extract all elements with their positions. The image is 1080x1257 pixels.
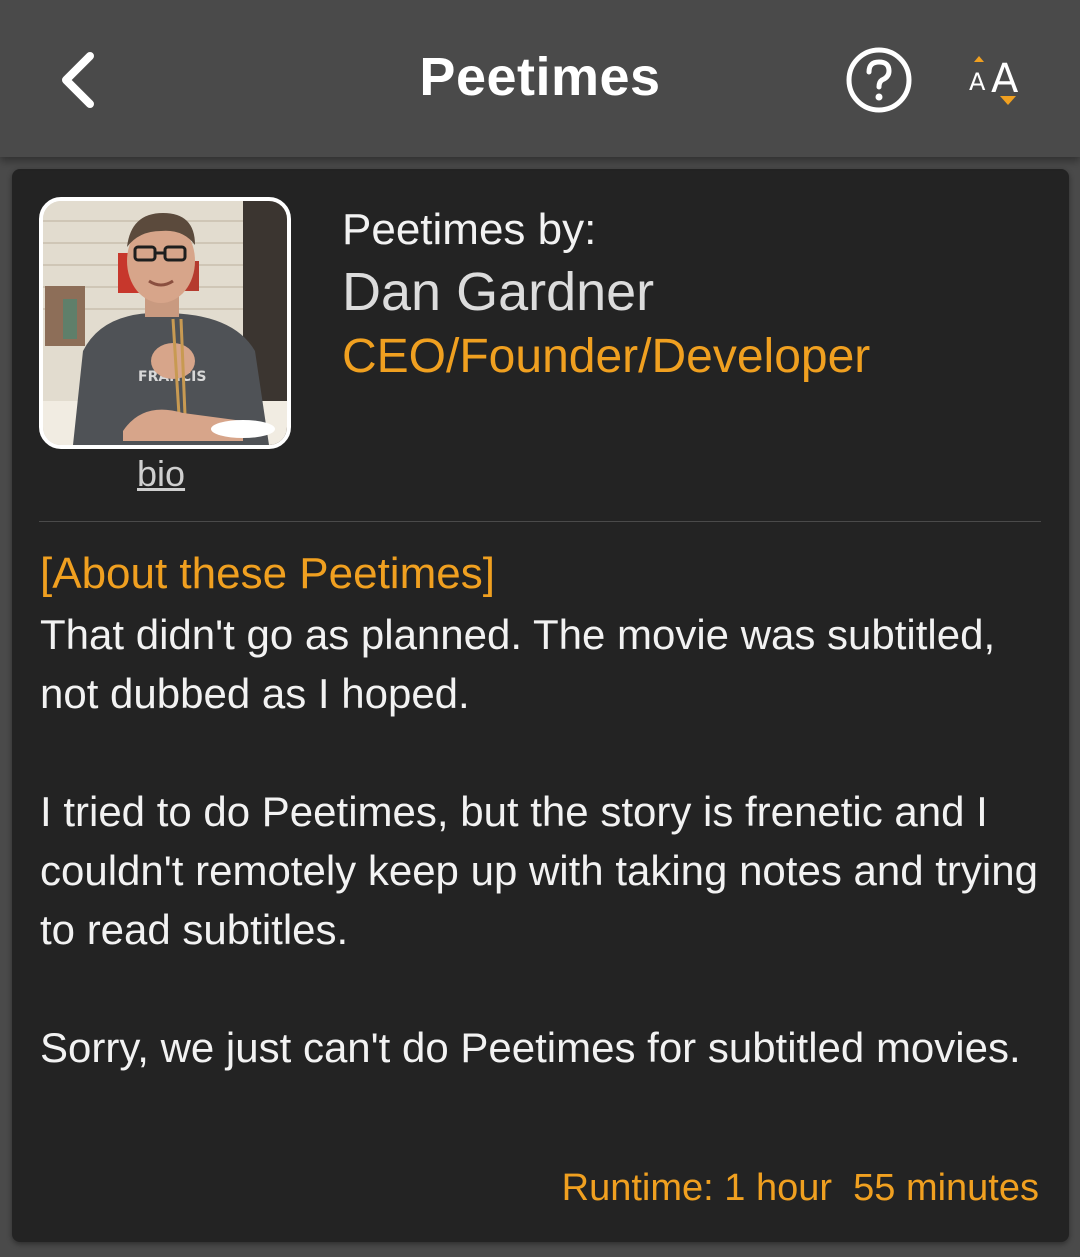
peetimes-card: FRANCIS bio Peetimes by: Dan Gardner CEO… — [12, 169, 1069, 1242]
question-circle-icon — [846, 47, 912, 113]
help-button[interactable] — [844, 45, 914, 115]
author-role: CEO/Founder/Developer — [342, 330, 871, 383]
author-name: Dan Gardner — [342, 262, 655, 322]
about-paragraph: Sorry, we just can't do Peetimes for sub… — [40, 1024, 1021, 1071]
about-body: That didn't go as planned. The movie was… — [40, 605, 1050, 1077]
about-paragraph: That didn't go as planned. The movie was… — [40, 611, 996, 717]
svg-text:A: A — [991, 56, 1019, 102]
about-heading: [About these Peetimes] — [40, 549, 495, 598]
about-paragraph: I tried to do Peetimes, but the story is… — [40, 788, 1038, 953]
app-header: Peetimes A A — [0, 0, 1080, 157]
runtime-label: Runtime: 1 hour 55 minutes — [561, 1167, 1039, 1209]
page-title: Peetimes — [419, 47, 661, 107]
font-size-button[interactable]: A A — [962, 50, 1032, 112]
avatar[interactable]: FRANCIS — [39, 197, 291, 449]
divider — [39, 521, 1041, 522]
by-label: Peetimes by: — [342, 205, 597, 254]
font-size-icon: A A — [969, 56, 1019, 105]
author-photo: FRANCIS — [43, 201, 287, 445]
svg-text:A: A — [969, 68, 986, 96]
bio-link[interactable]: bio — [137, 453, 185, 495]
